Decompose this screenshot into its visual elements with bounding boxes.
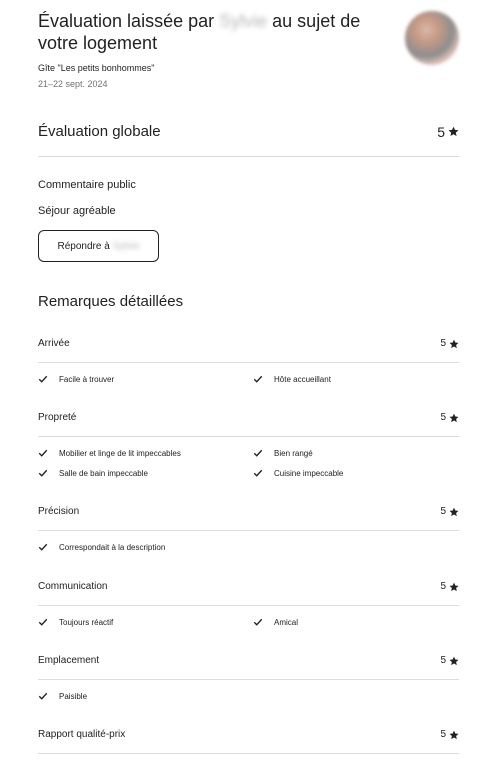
category-arrival: Arrivée 5	[38, 338, 459, 349]
check-icon	[253, 449, 263, 457]
category-score: 5	[440, 338, 459, 349]
divider	[38, 156, 459, 157]
overall-rating-score: 5	[437, 124, 459, 140]
category-score-value: 5	[440, 729, 446, 740]
divider	[38, 530, 459, 531]
category-score: 5	[440, 729, 459, 740]
tag-item: Salle de bain impeccable	[38, 468, 148, 478]
public-comment-label: Commentaire public	[38, 179, 136, 191]
stay-dates: 21–22 sept. 2024	[38, 79, 108, 89]
category-score: 5	[440, 506, 459, 517]
category-communication: Communication 5	[38, 581, 459, 592]
divider	[38, 679, 459, 680]
check-icon	[253, 375, 263, 383]
check-icon	[253, 469, 263, 477]
tag-item: Facile à trouver	[38, 374, 114, 384]
check-icon	[38, 449, 48, 457]
reviewer-name: Sylvie	[219, 11, 268, 31]
star-icon	[449, 582, 459, 591]
star-icon	[448, 126, 459, 137]
tag-label: Salle de bain impeccable	[59, 468, 148, 478]
star-icon	[449, 507, 459, 516]
tag-label: Toujours réactif	[59, 617, 114, 627]
category-name: Précision	[38, 506, 80, 517]
star-icon	[449, 730, 459, 739]
check-icon	[253, 618, 263, 626]
category-location: Emplacement 5	[38, 655, 459, 666]
overall-score-value: 5	[437, 123, 445, 140]
category-name: Propreté	[38, 412, 77, 423]
divider	[38, 753, 459, 754]
review-header: Évaluation laissée par Sylvie au sujet d…	[38, 10, 378, 89]
tag-item: Toujours réactif	[38, 617, 113, 627]
tag-label: Paisible	[59, 691, 88, 701]
category-score: 5	[440, 655, 459, 666]
tag-item: Paisible	[38, 691, 87, 701]
category-name: Rapport qualité-prix	[38, 729, 126, 740]
title-line2: votre logement	[38, 33, 158, 53]
page-title: Évaluation laissée par Sylvie au sujet d…	[38, 10, 378, 54]
tag-item: Hôte accueillant	[253, 374, 331, 384]
tag-item: Bien rangé	[253, 448, 313, 458]
category-name: Communication	[38, 581, 108, 592]
tag-label: Amical	[274, 617, 299, 627]
tag-item: Correspondait à la description	[38, 542, 165, 552]
tag-item: Mobilier et linge de lit impeccables	[38, 448, 181, 458]
category-score-value: 5	[440, 338, 446, 349]
category-accuracy: Précision 5	[38, 506, 459, 517]
divider	[38, 362, 459, 363]
divider	[38, 436, 459, 437]
star-icon	[449, 656, 459, 665]
tag-label: Bien rangé	[274, 448, 313, 458]
tag-label: Mobilier et linge de lit impeccables	[59, 448, 181, 458]
overall-rating-label: Évaluation globale	[38, 123, 161, 140]
divider	[38, 605, 459, 606]
category-score: 5	[440, 581, 459, 592]
category-name: Emplacement	[38, 655, 100, 666]
category-name: Arrivée	[38, 338, 70, 349]
check-icon	[38, 692, 48, 700]
category-score-value: 5	[440, 581, 446, 592]
star-icon	[449, 339, 459, 348]
tag-item: Amical	[253, 617, 298, 627]
reply-button-name: Sylvie	[112, 240, 140, 252]
category-score-value: 5	[440, 412, 446, 423]
check-icon	[38, 543, 48, 551]
tag-label: Cuisine impeccable	[274, 468, 344, 478]
category-score-value: 5	[440, 506, 446, 517]
title-suffix: au sujet de	[272, 11, 361, 31]
overall-rating: Évaluation globale 5	[38, 123, 459, 140]
category-cleanliness: Propreté 5	[38, 412, 459, 423]
listing-name: Gîte "Les petits bonhommes"	[38, 63, 155, 73]
check-icon	[38, 618, 48, 626]
check-icon	[38, 375, 48, 383]
tag-label: Hôte accueillant	[274, 374, 331, 384]
category-score: 5	[440, 412, 459, 423]
detailed-remarks-title: Remarques détaillées	[38, 293, 184, 310]
tag-item: Cuisine impeccable	[253, 468, 343, 478]
reply-button-label: Répondre à	[57, 240, 110, 252]
title-prefix: Évaluation laissée par	[38, 11, 215, 31]
reviewer-avatar[interactable]	[405, 11, 459, 65]
check-icon	[38, 469, 48, 477]
tag-label: Facile à trouver	[59, 374, 115, 384]
tag-label: Correspondait à la description	[59, 542, 166, 552]
category-value: Rapport qualité-prix 5	[38, 729, 459, 740]
category-score-value: 5	[440, 655, 446, 666]
reply-button[interactable]: Répondre à Sylvie	[38, 230, 159, 262]
public-comment-text: Séjour agréable	[38, 205, 116, 217]
star-icon	[449, 413, 459, 422]
